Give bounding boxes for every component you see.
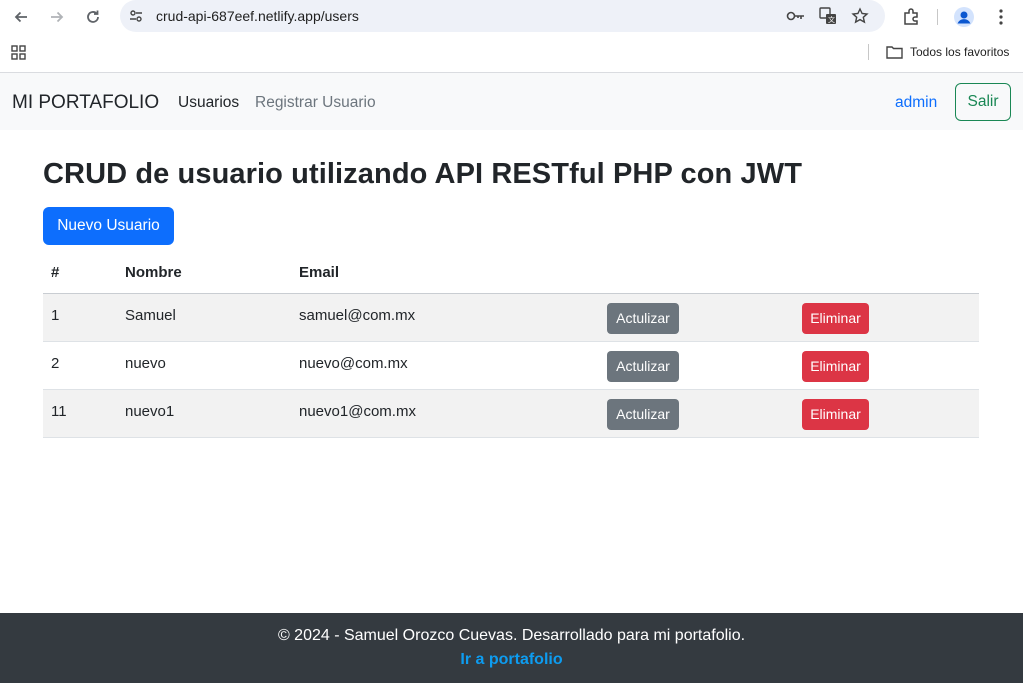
nav-link-registrar-usuario[interactable]: Registrar Usuario (255, 94, 376, 112)
column-header-id: # (43, 253, 117, 294)
cell-edit: Actulizar (599, 389, 794, 438)
cell-id: 1 (43, 293, 117, 342)
column-header-email: Email (291, 253, 599, 294)
cell-id: 11 (43, 389, 117, 438)
table-row: 1 Samuel samuel@com.mx Actulizar Elimina… (43, 293, 979, 342)
translate-icon[interactable]: 文 (818, 6, 838, 26)
url-text: crud-api-687eef.netlify.app/users (156, 8, 359, 24)
cell-email: nuevo@com.mx (291, 341, 599, 390)
address-bar[interactable]: crud-api-687eef.netlify.app/users 文 (120, 0, 885, 32)
forward-arrow-icon[interactable] (45, 5, 69, 29)
reload-icon[interactable] (81, 5, 105, 29)
portfolio-link[interactable]: Ir a portafolio (0, 651, 1023, 669)
cell-email: samuel@com.mx (291, 293, 599, 342)
bookmark-star-icon[interactable] (850, 6, 870, 26)
column-header-delete (794, 253, 979, 294)
delete-button[interactable]: Eliminar (802, 398, 869, 430)
password-key-icon[interactable] (786, 6, 806, 26)
column-header-edit (599, 253, 794, 294)
cell-name: nuevo (117, 341, 291, 390)
cell-delete: Eliminar (794, 341, 979, 390)
logout-button[interactable]: Salir (955, 83, 1011, 121)
bookmarks-divider (868, 44, 869, 60)
cell-name: Samuel (117, 293, 291, 342)
brand-logo[interactable]: MI PORTAFOLIO (12, 92, 159, 114)
site-navbar: MI PORTAFOLIO Usuarios Registrar Usuario… (0, 73, 1023, 130)
page-title: CRUD de usuario utilizando API RESTful P… (43, 158, 803, 190)
browser-toolbar: crud-api-687eef.netlify.app/users 文 (0, 0, 1023, 33)
cell-edit: Actulizar (599, 293, 794, 342)
users-table: # Nombre Email 1 Samuel samuel@com.mx Ac… (43, 253, 979, 438)
svg-text:文: 文 (828, 15, 835, 24)
table-header-row: # Nombre Email (43, 253, 979, 294)
cell-delete: Eliminar (794, 389, 979, 438)
column-header-name: Nombre (117, 253, 291, 294)
folder-icon[interactable] (886, 45, 903, 64)
page-footer: © 2024 - Samuel Orozco Cuevas. Desarroll… (0, 613, 1023, 683)
table-row: 11 nuevo1 nuevo1@com.mx Actulizar Elimin… (43, 389, 979, 438)
cell-delete: Eliminar (794, 293, 979, 342)
extensions-icon[interactable] (899, 5, 923, 29)
kebab-menu-icon[interactable] (989, 5, 1013, 29)
delete-button[interactable]: Eliminar (802, 350, 869, 382)
back-arrow-icon[interactable] (9, 5, 33, 29)
nav-link-usuarios[interactable]: Usuarios (178, 94, 239, 112)
footer-copyright: © 2024 - Samuel Orozco Cuevas. Desarroll… (277, 627, 746, 644)
profile-avatar-icon[interactable] (952, 5, 976, 29)
table-row: 2 nuevo nuevo@com.mx Actulizar Eliminar (43, 341, 979, 390)
new-user-button[interactable]: Nuevo Usuario (43, 207, 174, 245)
site-settings-icon[interactable] (128, 8, 144, 29)
edit-button[interactable]: Actulizar (607, 398, 679, 430)
edit-button[interactable]: Actulizar (607, 302, 679, 334)
cell-edit: Actulizar (599, 341, 794, 390)
delete-button[interactable]: Eliminar (802, 302, 869, 334)
bookmarks-bar: Todos los favoritos (0, 33, 1023, 73)
cell-email: nuevo1@com.mx (291, 389, 599, 438)
cell-name: nuevo1 (117, 389, 291, 438)
apps-grid-icon[interactable] (11, 45, 26, 65)
toolbar-divider (937, 9, 938, 25)
current-user-link[interactable]: admin (895, 94, 937, 112)
edit-button[interactable]: Actulizar (607, 350, 679, 382)
cell-id: 2 (43, 341, 117, 390)
main-content: CRUD de usuario utilizando API RESTful P… (0, 130, 1023, 613)
bookmark-folder-label[interactable]: Todos los favoritos (910, 45, 1009, 59)
